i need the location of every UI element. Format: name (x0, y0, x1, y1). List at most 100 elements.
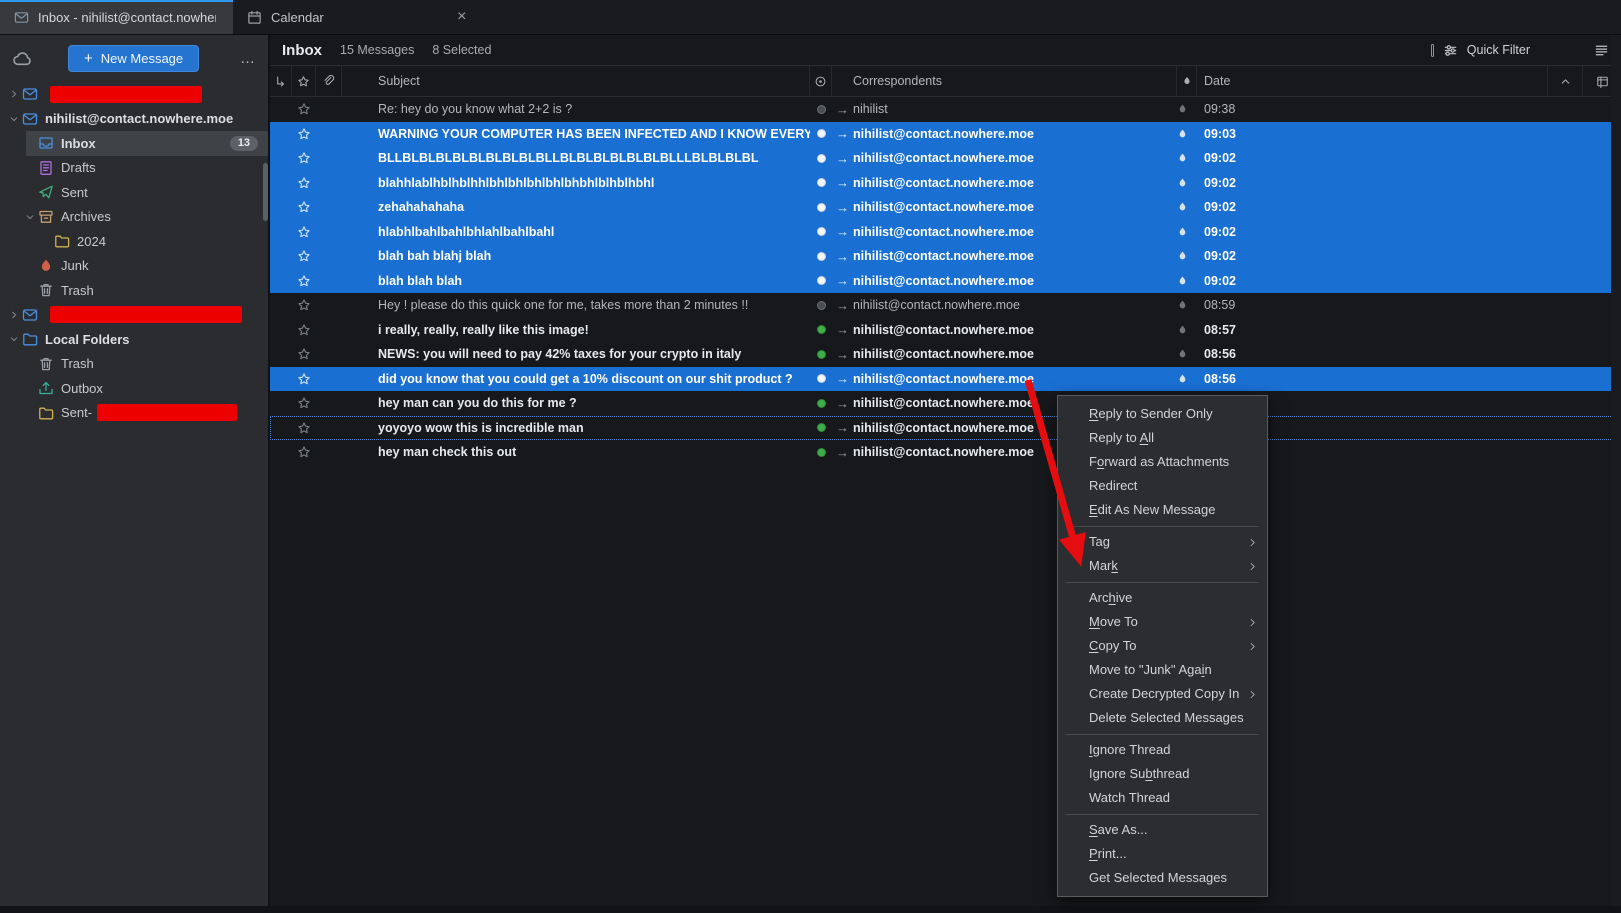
star-toggle[interactable] (292, 171, 316, 196)
folder-item-junk[interactable]: Junk (0, 254, 268, 279)
junk-status-cell[interactable] (1177, 146, 1197, 171)
date-column-header[interactable]: Date (1197, 66, 1547, 96)
read-status-cell[interactable] (810, 416, 832, 441)
message-row[interactable]: hlabhlbahlbahlbhlahlbahlbahl→nihilist@co… (270, 220, 1621, 245)
star-toggle[interactable] (292, 342, 316, 367)
junk-status-cell[interactable] (1177, 244, 1197, 269)
junk-status-cell[interactable] (1177, 171, 1197, 196)
list-scrollbar-gutter[interactable] (1611, 35, 1621, 906)
attachment-column-header[interactable] (316, 66, 342, 96)
folder-item-outbox[interactable]: Outbox (0, 376, 268, 401)
star-toggle[interactable] (292, 122, 316, 147)
star-toggle[interactable] (292, 195, 316, 220)
tab-calendar[interactable]: Calendar (233, 0, 338, 34)
junk-status-cell[interactable] (1177, 293, 1197, 318)
read-status-cell[interactable] (810, 269, 832, 294)
star-toggle[interactable] (292, 244, 316, 269)
starred-column-header[interactable] (292, 66, 316, 96)
twisty-expanded-icon[interactable] (6, 331, 22, 347)
read-status-cell[interactable] (810, 391, 832, 416)
menu-item-ignore-subthread[interactable]: Ignore Subthread (1058, 762, 1267, 786)
read-status-cell[interactable] (810, 97, 832, 122)
menu-item-reply-to-sender-only[interactable]: Reply to Sender Only (1058, 402, 1267, 426)
folder-item-local-folders[interactable]: Local Folders (0, 327, 268, 352)
subject-column-header[interactable]: Subject (342, 66, 810, 96)
junk-column-header[interactable] (1177, 66, 1197, 96)
folder-item-sent[interactable]: Sent- (0, 401, 268, 426)
folder-item-trash[interactable]: Trash (0, 278, 268, 303)
twisty-expanded-icon[interactable] (22, 209, 38, 225)
star-toggle[interactable] (292, 318, 316, 343)
thread-column-header[interactable] (270, 66, 292, 96)
quick-filter-toggle-icon[interactable] (1431, 44, 1434, 57)
star-toggle[interactable] (292, 440, 316, 465)
spaces-icon[interactable] (12, 49, 32, 69)
message-row[interactable]: hey man check this out→nihilist@contact.… (270, 440, 1621, 465)
message-row[interactable]: did you know that you could get a 10% di… (270, 367, 1621, 392)
folder-item-drafts[interactable]: Drafts (0, 156, 268, 181)
star-toggle[interactable] (292, 146, 316, 171)
folder-item-2024[interactable]: 2024 (0, 229, 268, 254)
twisty-collapsed-icon[interactable] (6, 307, 22, 323)
new-message-button[interactable]: + New Message (68, 45, 199, 72)
star-toggle[interactable] (292, 97, 316, 122)
menu-item-get-selected-messages[interactable]: Get Selected Messages (1058, 866, 1267, 890)
menu-item-mark[interactable]: Mark (1058, 554, 1267, 578)
junk-status-cell[interactable] (1177, 195, 1197, 220)
menu-item-watch-thread[interactable]: Watch Thread (1058, 786, 1267, 810)
star-toggle[interactable] (292, 367, 316, 392)
junk-status-cell[interactable] (1177, 318, 1197, 343)
message-row[interactable]: BLLBLBLBLBLBLBLBLBLBLLBLBLBLBLBLBLBLLLBL… (270, 146, 1621, 171)
folder-item-trash[interactable]: Trash (0, 352, 268, 377)
folder-item-redacted[interactable] (0, 82, 268, 107)
menu-item-copy-to[interactable]: Copy To (1058, 634, 1267, 658)
twisty-expanded-icon[interactable] (6, 111, 22, 127)
folder-pane-scrollbar[interactable] (263, 163, 268, 221)
junk-status-cell[interactable] (1177, 342, 1197, 367)
junk-status-cell[interactable] (1177, 97, 1197, 122)
read-status-cell[interactable] (810, 220, 832, 245)
menu-item-print[interactable]: Print... (1058, 842, 1267, 866)
folder-item-archives[interactable]: Archives (0, 205, 268, 230)
read-status-cell[interactable] (810, 367, 832, 392)
message-row[interactable]: Hey ! please do this quick one for me, t… (270, 293, 1621, 318)
menu-item-delete-selected-messages[interactable]: Delete Selected Messages (1058, 706, 1267, 730)
message-row[interactable]: blahhlablhblhblhhlbhlbhlbhlbhlbhbhlblhbl… (270, 171, 1621, 196)
message-row[interactable]: blah bah blahj blah→nihilist@contact.now… (270, 244, 1621, 269)
menu-item-move-to[interactable]: Move To (1058, 610, 1267, 634)
correspondents-column-header[interactable]: Correspondents (832, 66, 1177, 96)
read-status-cell[interactable] (810, 440, 832, 465)
junk-status-cell[interactable] (1177, 122, 1197, 147)
message-list-display-options-icon[interactable] (1594, 43, 1609, 58)
star-toggle[interactable] (292, 293, 316, 318)
menu-item-create-decrypted-copy-in[interactable]: Create Decrypted Copy In (1058, 682, 1267, 706)
folder-item-inbox[interactable]: Inbox13 (0, 131, 268, 156)
filter-sliders-icon[interactable] (1443, 43, 1458, 58)
star-toggle[interactable] (292, 416, 316, 441)
read-status-cell[interactable] (810, 171, 832, 196)
tab-mail[interactable]: Inbox - nihilist@contact.nowhere.mo (0, 0, 233, 34)
message-row[interactable]: blah blah blah→nihilist@contact.nowhere.… (270, 269, 1621, 294)
menu-item-forward-as-attachments[interactable]: Forward as Attachments (1058, 450, 1267, 474)
message-row[interactable]: WARNING YOUR COMPUTER HAS BEEN INFECTED … (270, 122, 1621, 147)
message-row[interactable]: i really, really, really like this image… (270, 318, 1621, 343)
menu-item-ignore-thread[interactable]: Ignore Thread (1058, 738, 1267, 762)
message-row[interactable]: zehahahahaha→nihilist@contact.nowhere.mo… (270, 195, 1621, 220)
status-column-header[interactable] (810, 66, 832, 96)
quick-filter-label[interactable]: Quick Filter (1467, 43, 1530, 57)
twisty-collapsed-icon[interactable] (6, 86, 22, 102)
menu-item-reply-to-all[interactable]: Reply to All (1058, 426, 1267, 450)
read-status-cell[interactable] (810, 244, 832, 269)
read-status-cell[interactable] (810, 342, 832, 367)
message-row[interactable]: yoyoyo wow this is incredible man→nihili… (270, 416, 1621, 441)
read-status-cell[interactable] (810, 293, 832, 318)
folder-item-sent[interactable]: Sent (0, 180, 268, 205)
read-status-cell[interactable] (810, 146, 832, 171)
close-tab-icon[interactable]: × (450, 5, 474, 29)
menu-item-archive[interactable]: Archive (1058, 586, 1267, 610)
read-status-cell[interactable] (810, 318, 832, 343)
star-toggle[interactable] (292, 220, 316, 245)
menu-item-save-as[interactable]: Save As... (1058, 818, 1267, 842)
message-row[interactable]: hey man can you do this for me ?→nihilis… (270, 391, 1621, 416)
junk-status-cell[interactable] (1177, 220, 1197, 245)
